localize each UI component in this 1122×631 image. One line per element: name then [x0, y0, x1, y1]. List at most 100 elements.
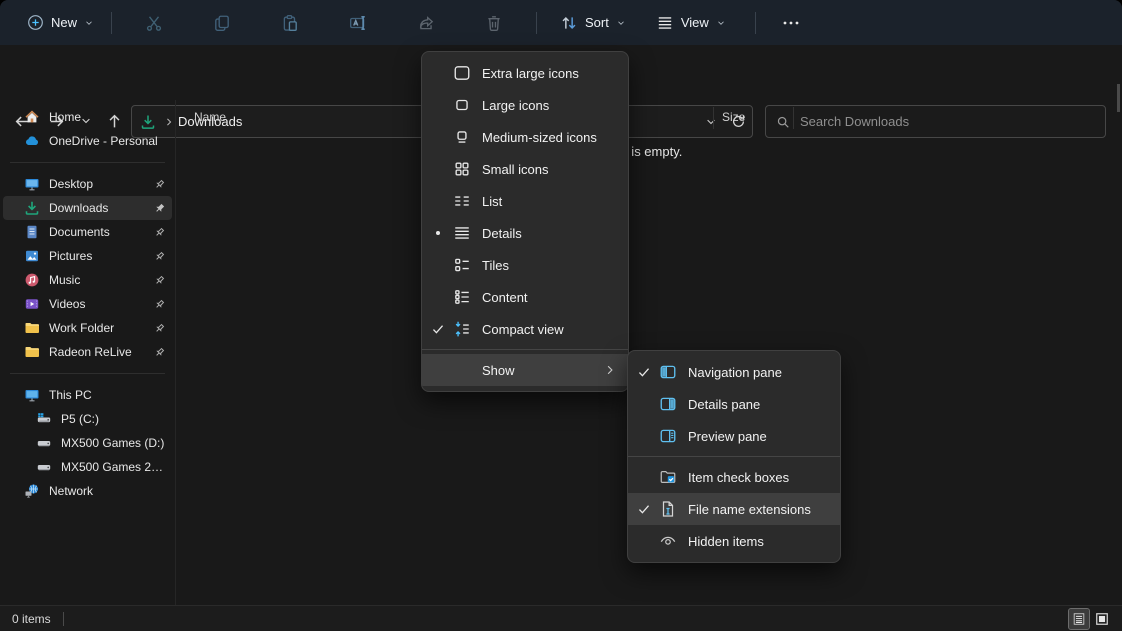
share-button[interactable]	[404, 7, 448, 39]
pin-icon	[153, 178, 166, 191]
pin-icon	[153, 298, 166, 311]
thumbnail-view-toggle[interactable]	[1092, 609, 1112, 629]
folder-icon	[24, 344, 40, 360]
menu-item-label: Small icons	[482, 162, 628, 177]
sidebar-item-documents[interactable]: Documents	[3, 220, 172, 244]
scrollbar-thumb[interactable]	[1117, 84, 1120, 112]
file-name-extensions-icon	[659, 500, 688, 518]
sidebar-item-label: Music	[49, 273, 80, 287]
sidebar-separator	[10, 373, 165, 374]
sort-button[interactable]: Sort	[551, 8, 635, 38]
column-header-size[interactable]: Size	[722, 110, 745, 124]
sidebar-item-label: MX500 Games 2 (E:)	[61, 460, 166, 474]
more-options-button[interactable]	[768, 7, 814, 39]
menu-item-list[interactable]: List	[422, 185, 628, 217]
menu-item-details[interactable]: Details	[422, 217, 628, 249]
cut-button[interactable]	[132, 7, 176, 39]
chevron-right-icon	[604, 364, 616, 376]
sidebar-separator	[10, 162, 165, 163]
show-submenu: Navigation pane Details pane Preview pan…	[627, 350, 841, 563]
sidebar-item-radeon-relive[interactable]: Radeon ReLive	[3, 340, 172, 364]
navigation-pane: Home OneDrive - Personal Desktop Downloa…	[0, 100, 176, 605]
submenu-item-file-name-extensions[interactable]: File name extensions	[628, 493, 840, 525]
menu-item-label: Details	[482, 226, 628, 241]
sidebar-item-videos[interactable]: Videos	[3, 292, 172, 316]
thumbnail-view-icon	[1095, 612, 1109, 626]
column-divider[interactable]	[793, 107, 794, 129]
view-button[interactable]: View	[647, 8, 735, 38]
sidebar-item-drive-c[interactable]: P5 (C:)	[3, 407, 172, 431]
view-icon	[656, 14, 674, 32]
sidebar-item-music[interactable]: Music	[3, 268, 172, 292]
submenu-item-hidden-items[interactable]: Hidden items	[628, 525, 840, 557]
downloads-icon	[24, 200, 40, 216]
new-plus-icon	[27, 14, 44, 31]
sidebar-item-onedrive[interactable]: OneDrive - Personal	[3, 129, 172, 153]
windows-drive-icon	[36, 411, 52, 427]
tiles-icon	[453, 256, 482, 274]
share-icon	[417, 14, 435, 32]
view-dropdown-menu: Extra large icons Large icons Medium-siz…	[421, 51, 629, 392]
menu-item-content[interactable]: Content	[422, 281, 628, 313]
submenu-item-navigation-pane[interactable]: Navigation pane	[628, 356, 840, 388]
sidebar-item-home[interactable]: Home	[3, 105, 172, 129]
new-button[interactable]: New	[18, 8, 103, 37]
menu-item-large-icons[interactable]: Large icons	[422, 89, 628, 121]
new-button-label: New	[51, 15, 77, 30]
sidebar-item-label: Work Folder	[49, 321, 114, 335]
sidebar-item-pictures[interactable]: Pictures	[3, 244, 172, 268]
documents-icon	[24, 224, 40, 240]
status-divider	[63, 612, 64, 626]
large-icons-icon	[453, 96, 482, 114]
sidebar-item-work-folder[interactable]: Work Folder	[3, 316, 172, 340]
pin-icon	[153, 250, 166, 263]
compact-view-icon	[453, 320, 482, 338]
menu-item-show[interactable]: Show	[422, 354, 628, 386]
selected-radio-indicator	[436, 231, 440, 235]
details-view-toggle[interactable]	[1069, 609, 1089, 629]
list-icon	[453, 192, 482, 210]
sidebar-item-label: Downloads	[49, 201, 108, 215]
sidebar-item-label: Pictures	[49, 249, 92, 263]
column-header-row: Name Size	[177, 105, 1122, 131]
view-button-label: View	[681, 15, 709, 30]
sidebar-item-this-pc[interactable]: This PC	[3, 383, 172, 407]
column-divider[interactable]	[713, 107, 714, 129]
status-bar: 0 items	[0, 605, 1122, 631]
delete-icon	[485, 14, 503, 32]
menu-item-tiles[interactable]: Tiles	[422, 249, 628, 281]
menu-item-small-icons[interactable]: Small icons	[422, 153, 628, 185]
paste-icon	[281, 14, 299, 32]
menu-item-compact-view[interactable]: Compact view	[422, 313, 628, 345]
command-toolbar: New	[0, 0, 1122, 45]
sidebar-item-drive-d[interactable]: MX500 Games (D:)	[3, 431, 172, 455]
submenu-item-item-check-boxes[interactable]: Item check boxes	[628, 461, 840, 493]
submenu-item-preview-pane[interactable]: Preview pane	[628, 420, 840, 452]
delete-button[interactable]	[472, 7, 516, 39]
submenu-item-label: Preview pane	[688, 429, 840, 444]
sidebar-item-downloads[interactable]: Downloads	[3, 196, 172, 220]
sidebar-item-drive-e[interactable]: MX500 Games 2 (E:)	[3, 455, 172, 479]
sidebar-item-label: Radeon ReLive	[49, 345, 132, 359]
this-pc-icon	[24, 387, 40, 403]
menu-item-extra-large-icons[interactable]: Extra large icons	[422, 57, 628, 89]
menu-item-label: Show	[482, 363, 604, 378]
submenu-item-label: Details pane	[688, 397, 840, 412]
rename-button[interactable]	[336, 7, 380, 39]
submenu-item-details-pane[interactable]: Details pane	[628, 388, 840, 420]
menu-separator	[628, 456, 840, 457]
menu-item-medium-sized-icons[interactable]: Medium-sized icons	[422, 121, 628, 153]
sidebar-item-label: Videos	[49, 297, 85, 311]
sidebar-item-label: Desktop	[49, 177, 93, 191]
sidebar-item-network[interactable]: Network	[3, 479, 172, 503]
column-header-name[interactable]: Name	[194, 110, 226, 124]
sidebar-item-label: OneDrive - Personal	[49, 134, 158, 148]
sidebar-item-label: Documents	[49, 225, 110, 239]
desktop-icon	[24, 176, 40, 192]
checkmark-icon	[637, 365, 651, 379]
paste-button[interactable]	[268, 7, 312, 39]
sidebar-item-desktop[interactable]: Desktop	[3, 172, 172, 196]
menu-item-label: Tiles	[482, 258, 628, 273]
copy-button[interactable]	[200, 7, 244, 39]
toolbar-separator	[755, 12, 756, 34]
